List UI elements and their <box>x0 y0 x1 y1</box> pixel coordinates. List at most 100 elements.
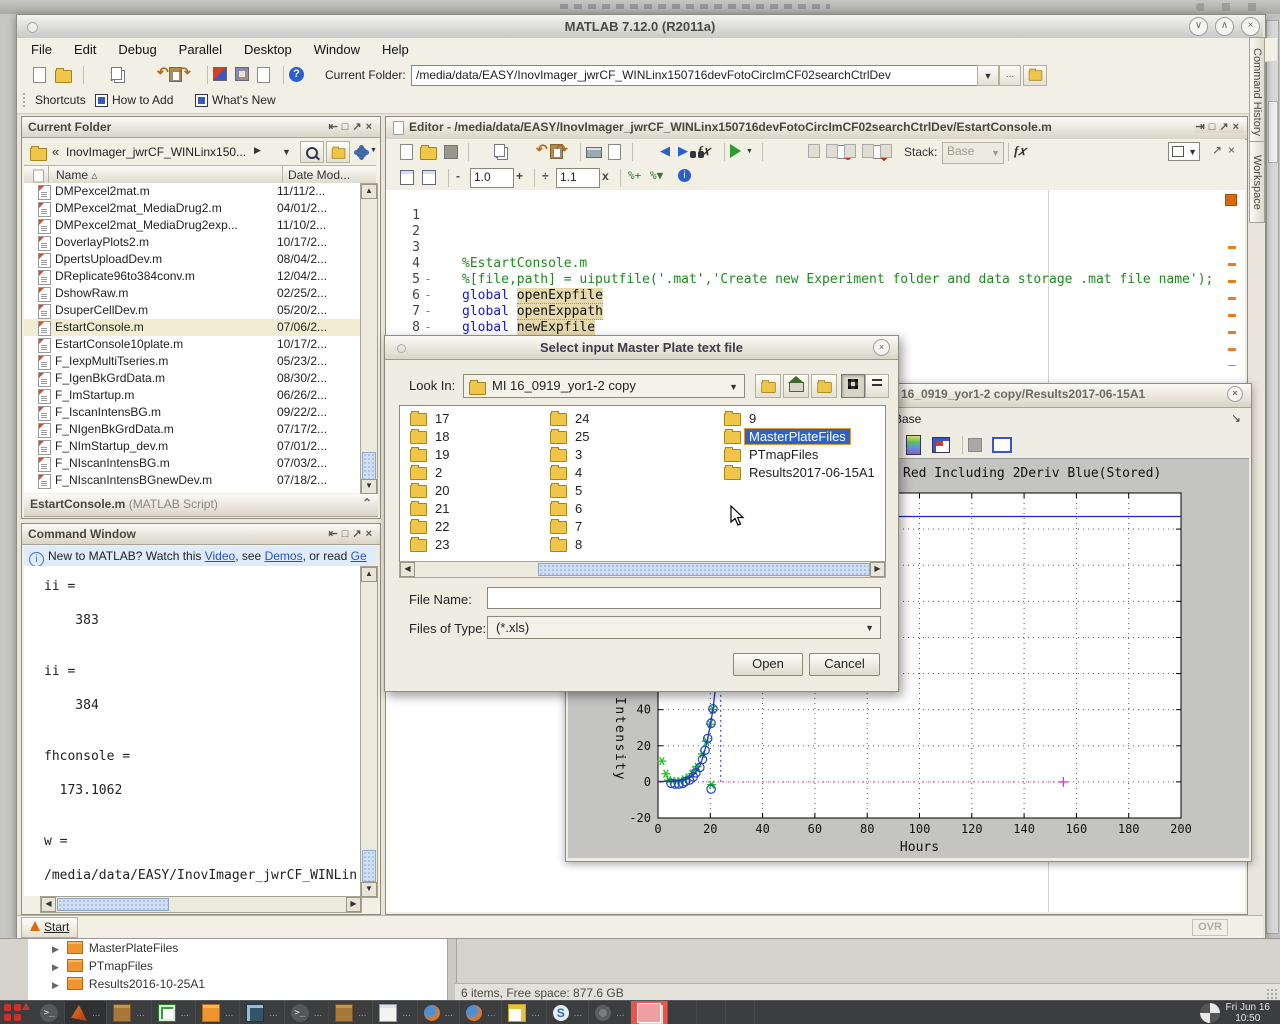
command-window-titlebar[interactable]: Command Window ⇤□↗× <box>22 524 380 545</box>
tab-workspace[interactable]: Workspace <box>1249 141 1265 223</box>
scrollbar-thumb[interactable] <box>362 850 376 882</box>
gear-icon[interactable] <box>356 147 367 158</box>
undock-icon[interactable]: ↗ <box>352 528 365 540</box>
current-folder-combobox[interactable]: /media/data/EASY/InovImager_jwrCF_WINLin… <box>411 65 979 86</box>
axes-icon[interactable] <box>992 437 1012 453</box>
code-line[interactable]: 7 - global newExppath <box>398 288 1218 304</box>
open-file-icon[interactable] <box>55 70 72 83</box>
address-dropdown-icon[interactable]: ▼ <box>282 147 291 157</box>
taskbar-item-firefox[interactable]: ... <box>460 1001 502 1024</box>
run-section-icon[interactable]: %+ <box>628 169 641 182</box>
taskbar-item-doc-yellow[interactable]: ... <box>502 1001 546 1024</box>
toolbar-grip[interactable] <box>23 93 28 107</box>
folder-item[interactable]: 6 <box>550 500 593 518</box>
close-panel-icon[interactable]: × <box>366 528 376 540</box>
taskbar-item-terminal[interactable]: >_ <box>34 1001 65 1024</box>
profiler-icon[interactable] <box>257 67 270 83</box>
file-row[interactable]: F_IgenBkGrdData.m08/30/2... <box>24 370 360 387</box>
resize-grip[interactable] <box>1266 988 1278 1000</box>
taskbar-item-empty[interactable] <box>668 1001 697 1024</box>
expand-icon[interactable]: ▶ <box>52 980 59 990</box>
guide-icon[interactable] <box>235 67 249 81</box>
code-line[interactable]: 4 - global openExpfile <box>398 240 1218 256</box>
crumb-forward-icon[interactable]: ▶ <box>254 145 261 156</box>
menu-item[interactable]: File <box>31 42 52 57</box>
browse-folder-button[interactable]: ... <box>999 65 1021 86</box>
file-row[interactable]: DMPexcel2mat.m11/11/2... <box>24 183 360 200</box>
tree-row[interactable]: ▶PTmapFiles <box>28 957 447 975</box>
redo-icon[interactable]: ↷ <box>179 64 191 81</box>
tree-row[interactable]: ▶MasterPlateFiles <box>28 939 447 957</box>
file-row[interactable]: F_NIscanIntensBGnewDev.m07/18/2... <box>24 472 360 489</box>
current-folder-dropdown-button[interactable]: ▼ <box>977 65 999 86</box>
taskbar-item-screenshot-active[interactable] <box>631 1001 668 1024</box>
menu-item[interactable]: Desktop <box>244 42 292 57</box>
code-line[interactable]: 2 %EstartConsole.m <box>398 208 1218 224</box>
matlab-titlebar[interactable]: MATLAB 7.12.0 (R2011a) ∨ ∧ × <box>17 15 1263 39</box>
dialog-titlebar[interactable]: Select input Master Plate text file × <box>385 336 898 360</box>
menu-item[interactable]: Window <box>314 42 360 57</box>
file-row[interactable]: F_ImStartup.m06/26/2... <box>24 387 360 404</box>
code-line[interactable]: 9 - global ExpOutmat <box>398 320 1218 336</box>
divide-button[interactable]: ÷ <box>542 169 549 183</box>
folder-item[interactable]: 8 <box>550 536 593 554</box>
redo-icon[interactable]: ↷ <box>556 141 568 158</box>
print-icon[interactable] <box>586 147 602 158</box>
folder-item[interactable]: MasterPlateFiles <box>724 428 879 446</box>
folder-item[interactable]: 3 <box>550 446 593 464</box>
mlint-indicator[interactable] <box>1225 194 1237 206</box>
taskbar-item-s-app[interactable]: S... <box>547 1001 589 1024</box>
maximize-panel-icon[interactable]: □ <box>342 528 353 540</box>
new-file-icon[interactable] <box>33 67 46 83</box>
video-link[interactable]: Video <box>205 549 235 563</box>
folder-list[interactable]: 171819220212223 2425345678 9MasterPlateF… <box>399 405 886 563</box>
run-dropdown-icon[interactable]: ▼ <box>746 148 753 155</box>
cancel-button[interactable]: Cancel <box>809 653 880 676</box>
maximize-button[interactable]: ∧ <box>1215 17 1234 36</box>
new-folder-button[interactable] <box>811 374 837 398</box>
scroll-left-arrow[interactable]: ◀ <box>400 562 415 577</box>
taskbar-item-camera[interactable]: ... <box>589 1001 631 1024</box>
taskbar-item-empty[interactable] <box>697 1001 726 1024</box>
folder-item[interactable]: 22 <box>410 518 453 536</box>
decrease-button[interactable]: - <box>456 169 460 183</box>
background-scrollbar[interactable] <box>1266 20 1279 934</box>
dialog-close-button[interactable]: × <box>873 339 890 356</box>
gear-dropdown-icon[interactable]: ▼ <box>370 147 377 154</box>
expand-icon[interactable]: ▶ <box>52 944 59 954</box>
tree-row[interactable]: ▶Results2016-10-25A1 <box>28 975 447 993</box>
up-folder-button[interactable] <box>1023 65 1047 86</box>
dock-icon[interactable]: ⇤ <box>328 121 341 133</box>
scrollbar-thumb[interactable] <box>538 563 870 576</box>
file-row[interactable]: F_IscanIntensBG.m09/22/2... <box>24 404 360 421</box>
getting-started-link[interactable]: Ge <box>351 549 367 563</box>
scroll-right-arrow[interactable]: ▶ <box>346 897 361 912</box>
menu-item[interactable]: Parallel <box>179 42 222 57</box>
run-section-advance-icon[interactable]: %▼ <box>650 169 663 182</box>
next-cell-icon[interactable] <box>422 170 436 185</box>
folder-item[interactable]: 9 <box>724 410 879 428</box>
dock-icon[interactable]: ⇥ <box>1195 121 1208 133</box>
start-button[interactable]: Start <box>21 917 78 938</box>
folder-item[interactable]: 4 <box>550 464 593 482</box>
command-output-area[interactable]: ii = 383 ii = 384 fhconsole = 173.1062 w… <box>24 566 360 896</box>
folder-item[interactable]: 23 <box>410 536 453 554</box>
folder-item[interactable]: 25 <box>550 428 593 446</box>
cell-value-1[interactable]: 1.0 <box>470 168 514 188</box>
taskbar-item-document[interactable]: ... <box>373 1001 417 1024</box>
file-row[interactable]: DoverlayPlots2.m10/17/2... <box>24 234 360 251</box>
taskbar-item-spreadsheet[interactable]: ... <box>152 1001 196 1024</box>
command-window-hscrollbar[interactable]: ◀ ▶ <box>40 896 362 913</box>
open-button[interactable]: Open <box>733 653 803 676</box>
scroll-up-arrow[interactable]: ▲ <box>361 567 377 582</box>
close-panel-icon[interactable]: × <box>366 121 376 133</box>
home-button[interactable] <box>783 374 809 398</box>
name-column-header[interactable]: Name ▵ <box>56 168 97 182</box>
open-file-icon[interactable] <box>420 147 437 160</box>
file-row[interactable]: DMPexcel2mat_MediaDrug2exp...11/10/2... <box>24 217 360 234</box>
colorbar-icon[interactable] <box>906 435 921 455</box>
cell-value-2[interactable]: 1.1 <box>556 168 600 188</box>
menu-item[interactable]: Edit <box>74 42 96 57</box>
taskbar-item-search-doc[interactable]: ... <box>240 1001 284 1024</box>
fx-find-icon[interactable]: f𝑥 <box>1014 143 1026 159</box>
